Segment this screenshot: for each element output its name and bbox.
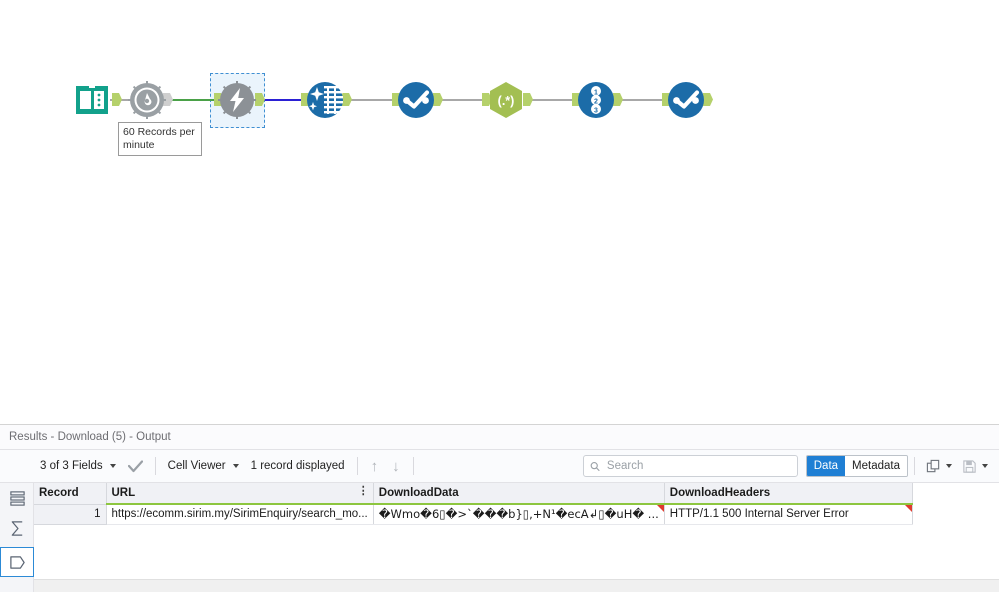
node-text-input[interactable] — [72, 80, 112, 120]
horizontal-scrollbar[interactable] — [34, 579, 999, 592]
record-count: 1 record displayed — [245, 450, 351, 482]
table-header-row: Record URL ⋮ DownloadData DownloadHeader… — [34, 483, 913, 505]
select-icon — [398, 82, 434, 118]
data-cleansing-icon — [307, 82, 343, 118]
svg-text:3: 3 — [594, 108, 598, 115]
cell-downloadheaders[interactable]: HTTP/1.1 500 Internal Server Error — [664, 504, 913, 525]
search-box[interactable] — [582, 455, 798, 477]
check-icon — [127, 459, 143, 472]
copy-button[interactable] — [921, 459, 957, 474]
table-row[interactable]: 1 https://ecomm.sirim.my/SirimEnquiry/se… — [34, 504, 913, 525]
results-panel: Results - Download (5) - Output 3 of 3 F… — [0, 424, 999, 592]
node-select-2[interactable] — [666, 80, 706, 120]
toolbar-divider — [914, 457, 915, 475]
copy-icon — [926, 459, 940, 472]
cell-viewer-selector[interactable]: Cell Viewer — [162, 450, 245, 482]
save-icon — [963, 459, 976, 473]
sum-icon — [11, 520, 22, 536]
tab-metadata[interactable]: Metadata — [845, 456, 907, 476]
node-download[interactable] — [217, 80, 257, 120]
connection-recordid-to-select2 — [617, 99, 667, 101]
cell-error-flag-icon — [656, 505, 664, 512]
search-icon — [590, 461, 600, 471]
workflow-canvas[interactable]: (.*) 1 2 3 60 Records per minute — [0, 0, 999, 424]
node-select[interactable] — [396, 80, 436, 120]
column-header-url-label: URL — [111, 487, 136, 499]
connection-select-to-regex — [436, 99, 488, 101]
column-menu-icon[interactable]: ⋮ — [358, 486, 369, 497]
previous-record-button[interactable]: ↑ — [364, 459, 386, 474]
toolbar-divider — [154, 457, 156, 475]
rail-item-messages[interactable] — [0, 483, 34, 513]
apply-fields-button[interactable] — [122, 450, 149, 482]
toolbar-divider — [356, 457, 358, 475]
search-input[interactable] — [604, 459, 791, 473]
node-throttle[interactable] — [127, 80, 167, 120]
cell-viewer-label: Cell Viewer — [167, 460, 226, 472]
throttle-icon — [128, 81, 166, 119]
save-button[interactable] — [957, 459, 993, 474]
node-record-id[interactable]: 1 2 3 — [576, 80, 616, 120]
toolbar-divider — [412, 457, 414, 475]
results-view-rail — [0, 483, 34, 592]
results-title-bar: Results - Download (5) - Output — [0, 425, 999, 450]
scrollbar-thumb[interactable] — [36, 582, 336, 591]
svg-text:(.*): (.*) — [498, 94, 515, 108]
fields-selector[interactable]: 3 of 3 Fields — [34, 450, 122, 482]
results-title-text: Results - Download (5) - Output — [9, 431, 171, 443]
text-input-icon — [76, 86, 108, 114]
input-anchor[interactable] — [112, 93, 122, 106]
alteryx-designer-window: (.*) 1 2 3 60 Records per minute Results… — [0, 0, 999, 592]
cell-url[interactable]: https://ecomm.sirim.my/SirimEnquiry/sear… — [106, 504, 374, 525]
cell-error-flag-icon — [904, 505, 912, 512]
record-count-label: 1 record displayed — [250, 460, 345, 472]
next-record-button[interactable]: ↓ — [385, 459, 407, 474]
chevron-down-icon — [232, 464, 239, 468]
throttle-annotation: 60 Records per minute — [118, 122, 202, 156]
cell-record: 1 — [34, 504, 107, 525]
download-icon — [218, 81, 256, 119]
messages-icon — [9, 490, 25, 506]
connection-cleansing-to-select — [345, 99, 398, 101]
regex-icon: (.*) — [490, 82, 522, 118]
chevron-down-icon — [946, 464, 952, 468]
chevron-down-icon — [982, 464, 988, 468]
column-header-record[interactable]: Record — [34, 483, 107, 505]
toolbar-left-group: 3 of 3 Fields Cell Viewer 1 record displ… — [0, 450, 420, 482]
fields-label: 3 of 3 Fields — [40, 460, 103, 472]
column-header-downloadheaders[interactable]: DownloadHeaders — [664, 483, 913, 505]
rail-item-summary[interactable] — [0, 513, 34, 543]
data-metadata-toggle[interactable]: Data Metadata — [805, 455, 908, 477]
node-data-cleansing[interactable] — [305, 80, 345, 120]
svg-text:1: 1 — [594, 90, 598, 97]
tab-data[interactable]: Data — [806, 456, 846, 476]
cell-downloadheaders-text: HTTP/1.1 500 Internal Server Error — [669, 508, 849, 521]
connection-regex-to-recordid — [527, 99, 577, 101]
chevron-down-icon — [109, 464, 116, 468]
cell-downloaddata[interactable]: �Wmo�6▯�>`���b}▯,+N¹�ecA↲▯�uH� ... — [373, 504, 665, 525]
cell-downloaddata-text: �Wmo�6▯�>`���b}▯,+N¹�ecA↲▯�uH� ... — [378, 507, 659, 522]
output-icon — [9, 555, 25, 569]
toolbar-right-group: Data Metadata — [582, 450, 993, 482]
column-header-url[interactable]: URL ⋮ — [106, 483, 374, 505]
rail-item-output[interactable] — [0, 547, 34, 577]
record-id-icon: 1 2 3 — [578, 82, 614, 118]
results-data-grid[interactable]: Record URL ⋮ DownloadData DownloadHeader… — [34, 483, 999, 592]
node-regex[interactable]: (.*) — [486, 80, 526, 120]
results-toolbar: 3 of 3 Fields Cell Viewer 1 record displ… — [0, 450, 999, 483]
select-icon-2 — [668, 82, 704, 118]
column-header-downloaddata[interactable]: DownloadData — [373, 483, 665, 505]
svg-text:2: 2 — [594, 99, 598, 106]
data-table: Record URL ⋮ DownloadData DownloadHeader… — [34, 483, 913, 525]
